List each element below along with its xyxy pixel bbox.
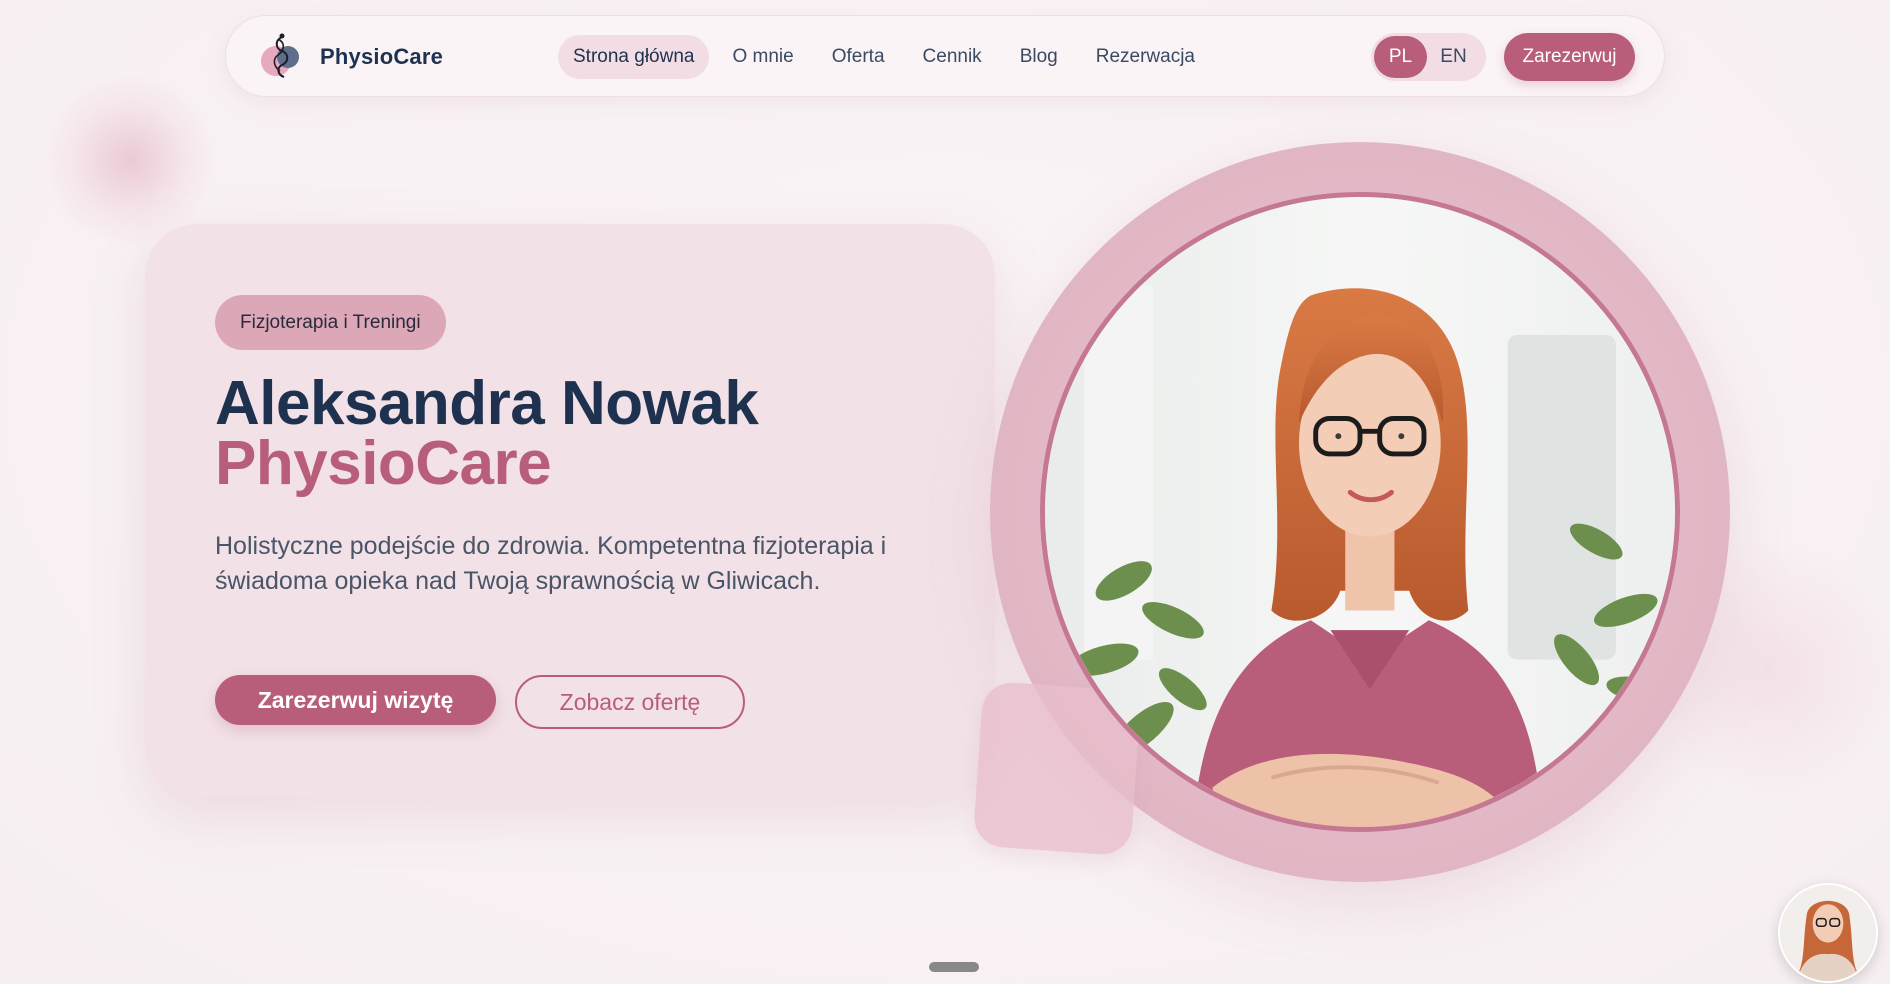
- navbar: PhysioCare Strona główna O mnie Oferta C…: [225, 15, 1665, 97]
- scroll-indicator[interactable]: [929, 962, 979, 972]
- nav-link-pricing[interactable]: Cennik: [908, 35, 997, 79]
- nav-link-about[interactable]: O mnie: [717, 35, 808, 79]
- lang-en-button[interactable]: EN: [1427, 36, 1480, 78]
- decorative-blob: [45, 75, 215, 245]
- nav-link-home[interactable]: Strona główna: [558, 35, 710, 79]
- lang-pl-button[interactable]: PL: [1374, 36, 1427, 78]
- hero-tag: Fizjoterapia i Treningi: [215, 295, 446, 350]
- hero-card: Fizjoterapia i Treningi Aleksandra Nowak…: [145, 224, 995, 798]
- nav-link-booking[interactable]: Rezerwacja: [1081, 35, 1210, 79]
- chat-avatar[interactable]: [1778, 883, 1878, 983]
- hero-title-name: Aleksandra Nowak: [215, 369, 759, 438]
- hero-title: Aleksandra Nowak PhysioCare: [215, 373, 759, 498]
- book-button[interactable]: Zarezerwuj: [1504, 33, 1635, 81]
- portrait-frame: [1040, 192, 1680, 832]
- logo-link[interactable]: PhysioCare: [256, 31, 443, 83]
- nav-links: Strona główna O mnie Oferta Cennik Blog …: [558, 35, 1210, 79]
- hero-title-brand: PhysioCare: [215, 429, 552, 498]
- physio-figure-icon: [261, 33, 299, 78]
- hero-description: Holistyczne podejście do zdrowia. Kompet…: [215, 532, 887, 595]
- book-visit-button[interactable]: Zarezerwuj wizytę: [215, 675, 496, 725]
- nav-link-blog[interactable]: Blog: [1005, 35, 1073, 79]
- see-offer-button[interactable]: Zobacz ofertę: [515, 675, 745, 729]
- therapist-avatar: [1780, 885, 1876, 981]
- page: PhysioCare Strona główna O mnie Oferta C…: [0, 0, 1890, 984]
- language-switch: PL EN: [1371, 33, 1486, 81]
- brand-name: PhysioCare: [320, 44, 444, 69]
- nav-link-offer[interactable]: Oferta: [817, 35, 900, 79]
- therapist-portrait: [1045, 197, 1675, 827]
